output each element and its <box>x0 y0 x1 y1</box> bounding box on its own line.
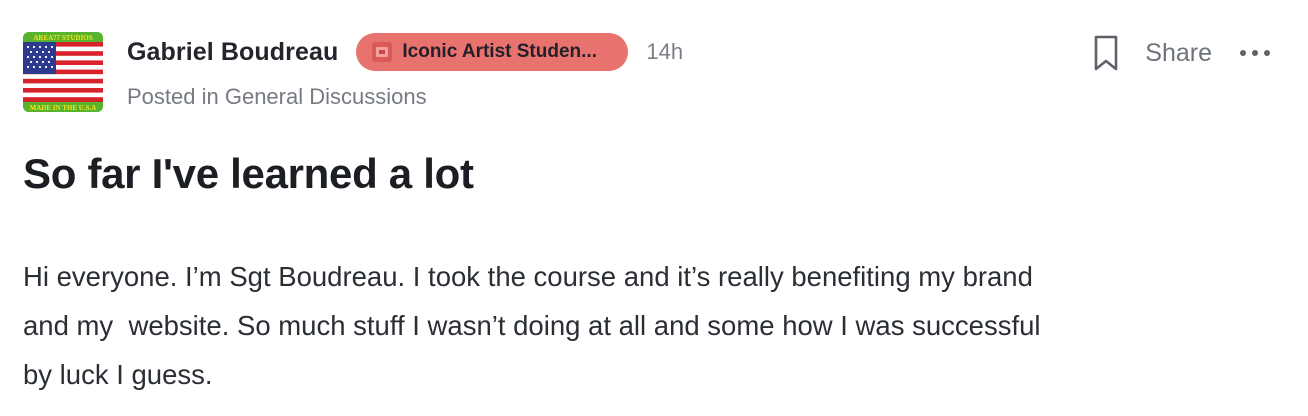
share-button[interactable]: Share <box>1145 39 1212 68</box>
ticket-icon <box>372 42 393 62</box>
more-horizontal-icon[interactable] <box>1238 33 1272 73</box>
post-body: Hi everyone. I’m Sgt Boudreau. I took th… <box>23 261 1041 390</box>
bookmark-icon[interactable] <box>1091 33 1121 73</box>
author-avatar[interactable]: AREA77 STUDIOS MADE IN THE U.S.A <box>23 32 103 112</box>
flag-icon: AREA77 STUDIOS MADE IN THE U.S.A <box>23 32 103 112</box>
author-row: Gabriel Boudreau Iconic Artist Studen...… <box>127 33 683 71</box>
post-actions: Share <box>1091 33 1272 73</box>
author-name[interactable]: Gabriel Boudreau <box>127 38 338 67</box>
badge-label: Iconic Artist Studen... <box>402 41 597 62</box>
avatar-bottom-text: MADE IN THE U.S.A <box>30 104 97 112</box>
member-badge[interactable]: Iconic Artist Studen... <box>356 33 629 71</box>
post-card: AREA77 STUDIOS MADE IN THE U.S.A Gabriel… <box>0 0 1308 416</box>
posted-in-category[interactable]: Posted in General Discussions <box>127 84 427 110</box>
post-timestamp: 14h <box>646 39 684 64</box>
post-title[interactable]: So far I've learned a lot <box>23 150 474 198</box>
avatar-top-text: AREA77 STUDIOS <box>33 34 92 42</box>
